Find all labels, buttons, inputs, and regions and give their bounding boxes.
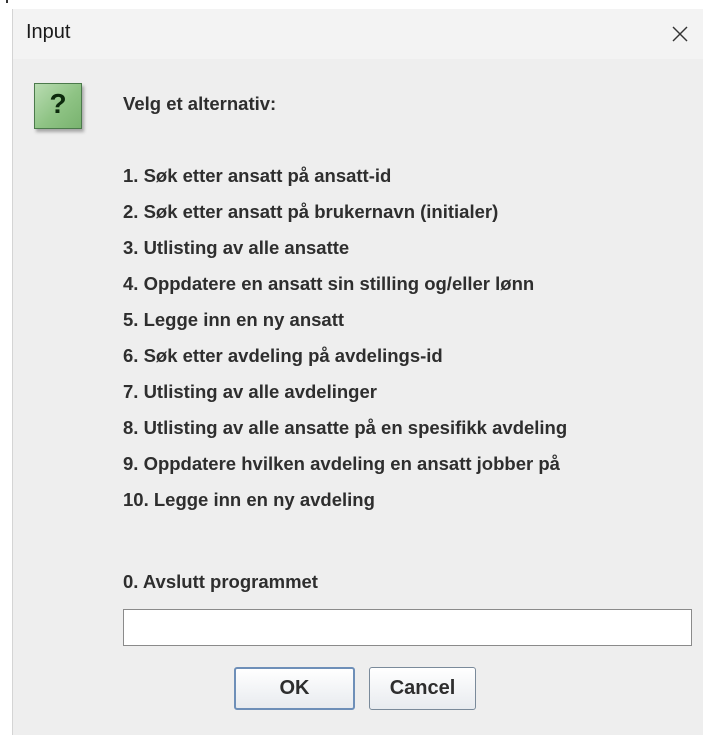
option-2: 2. Søk etter ansatt på brukernavn (initi… bbox=[123, 201, 499, 222]
ok-button[interactable]: OK bbox=[234, 667, 355, 710]
option-4: 4. Oppdatere en ansatt sin stilling og/e… bbox=[123, 273, 535, 294]
option-10: 10. Legge inn en ny avdeling bbox=[123, 489, 375, 510]
question-icon: ? bbox=[34, 83, 82, 129]
close-icon bbox=[672, 26, 688, 42]
corner-mark bbox=[6, 0, 8, 3]
exit-option: 0. Avslutt programmet bbox=[123, 571, 318, 592]
option-6: 6. Søk etter avdeling på avdelings-id bbox=[123, 345, 443, 366]
title-bar: Input bbox=[13, 9, 703, 59]
option-5: 5. Legge inn en ny ansatt bbox=[123, 309, 345, 330]
option-8: 8. Utlisting av alle ansatte på en spesi… bbox=[123, 417, 568, 438]
option-1: 1. Søk etter ansatt på ansatt-id bbox=[123, 165, 392, 186]
cancel-button[interactable]: Cancel bbox=[369, 667, 476, 710]
input-dialog: Input ? Velg et alternativ: 1. Søk etter… bbox=[12, 9, 703, 735]
option-9: 9. Oppdatere hvilken avdeling en ansatt … bbox=[123, 453, 560, 474]
option-7: 7. Utlisting av alle avdelinger bbox=[123, 381, 377, 402]
prompt-text: Velg et alternativ: bbox=[123, 93, 277, 114]
close-button[interactable] bbox=[657, 9, 703, 59]
choice-input[interactable] bbox=[123, 609, 692, 646]
dialog-title: Input bbox=[26, 21, 71, 43]
question-mark-glyph: ? bbox=[49, 88, 67, 119]
option-3: 3. Utlisting av alle ansatte bbox=[123, 237, 350, 258]
